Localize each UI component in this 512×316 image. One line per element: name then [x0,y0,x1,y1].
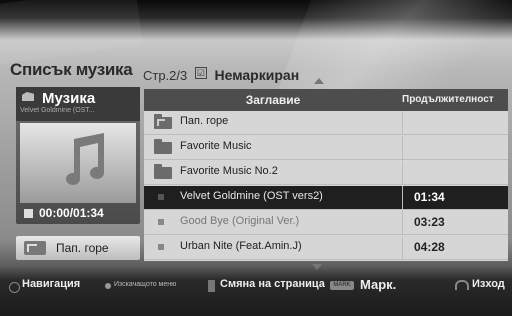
list-header: Заглавие Продължителност [144,89,508,111]
parent-folder-button[interactable]: Пап. горе [16,236,140,260]
file-marker-icon [158,244,164,250]
folder-up-icon [154,114,172,129]
music-note-icon [22,92,34,101]
now-playing-subtitle: Velvet Goldmine (OST... [20,107,95,114]
file-marker-icon [158,194,164,200]
list-item-file[interactable]: Good Bye (Original Ver.) 03:23 [144,211,508,235]
list-item-file[interactable]: Urban Nite (Feat.Amin.J) 04:28 [144,236,508,260]
mark-status: Немаркиран [214,67,300,83]
file-marker-icon [158,219,164,225]
column-header-title: Заглавие [245,93,301,107]
page-info: Стр.2/3 ☑ Немаркиран [143,67,299,83]
popup-menu-hint: Изскачащото меню [114,281,177,288]
column-divider [402,111,403,134]
stop-icon [24,209,33,218]
list-item-name: Velvet Goldmine (OST vers2) [180,190,323,202]
ok-button-icon [105,283,111,289]
now-playing-card: Музика Velvet Goldmine (OST... 00:00/01:… [16,87,140,224]
page-number: Стр.2/3 [143,68,188,83]
exit-hint[interactable]: Изход [472,278,505,290]
background-decoration [274,0,512,100]
page-title: Списък музика [10,60,133,79]
music-note-icon [66,133,104,185]
column-divider [402,161,403,184]
list-item-folder[interactable]: Пап. горе [144,111,508,135]
navigation-icon [9,282,20,293]
column-divider [402,236,403,259]
mark-hint: Марк. [360,277,397,292]
exit-icon [455,280,469,290]
list-item-folder[interactable]: Favorite Music No.2 [144,161,508,185]
music-list-screen: Списък музика Стр.2/3 ☑ Немаркиран Музик… [0,0,512,316]
folder-icon [154,139,172,154]
page-change-hint: Смяна на страница [220,278,325,290]
list-item-name: Urban Nite (Feat.Amin.J) [180,240,302,252]
folder-up-icon [24,241,46,255]
now-playing-label: Музика [42,90,96,107]
checkbox-icon: ☑ [194,67,207,79]
playback-time: 00:00/01:34 [39,206,104,220]
parent-folder-label: Пап. горе [56,241,109,255]
column-divider [402,186,403,209]
column-header-duration: Продължителност [402,94,494,105]
list-item-name: Good Bye (Original Ver.) [180,215,300,227]
scroll-up-arrow-icon[interactable] [314,78,324,84]
list-item-folder[interactable]: Favorite Music [144,136,508,160]
now-playing-header: Музика Velvet Goldmine (OST... [16,87,140,121]
list-item-file[interactable]: Velvet Goldmine (OST vers2) 01:34 [144,186,508,210]
page-button-icon [208,280,215,292]
list-item-duration: 01:34 [414,190,445,204]
album-art [20,123,136,203]
list-item-name: Favorite Music [180,140,252,152]
bottom-hint-bar: Навигация Изскачащото меню Смяна на стра… [0,266,512,300]
column-divider [402,211,403,234]
list-item-duration: 03:23 [414,215,445,229]
column-divider [402,136,403,159]
folder-icon [154,164,172,179]
list-item-name: Favorite Music No.2 [180,165,278,177]
mark-key-icon: MARK [330,281,354,290]
music-file-list: Заглавие Продължителност Пап. горе Favori… [144,89,508,261]
list-item-name: Пап. горе [180,115,229,127]
list-item-duration: 04:28 [414,240,445,254]
navigation-hint: Навигация [22,278,81,290]
